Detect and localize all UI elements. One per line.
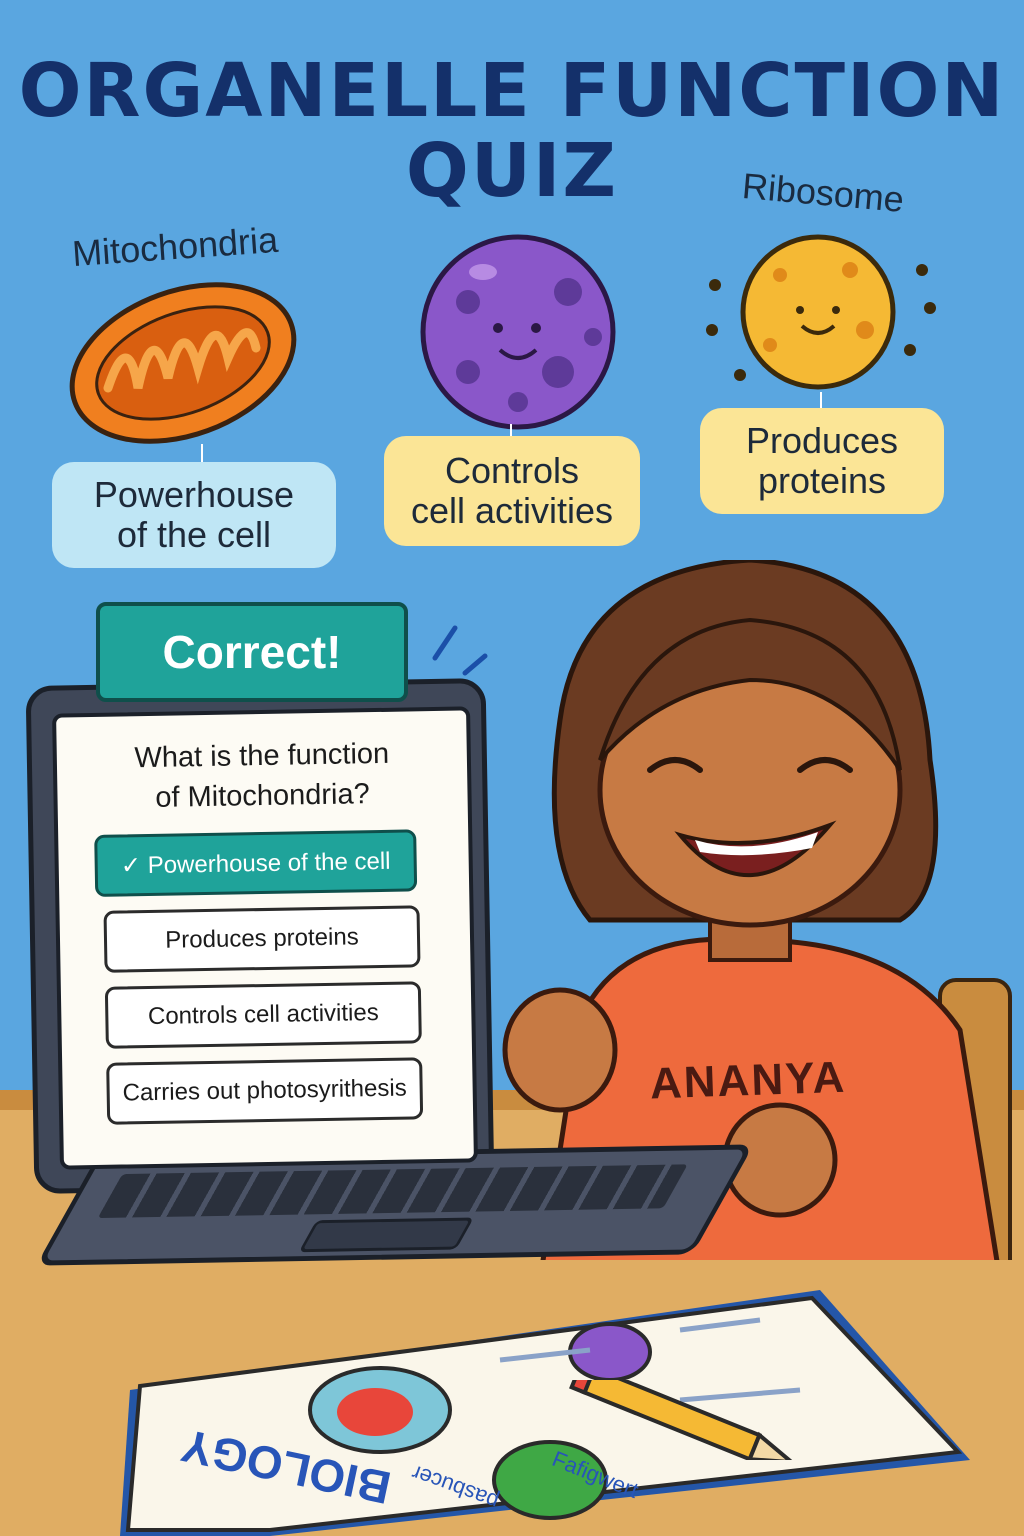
touchpad[interactable] <box>298 1217 475 1253</box>
mitochondria-icon <box>69 282 297 444</box>
answer-option-photosynthesis[interactable]: Carries out photosyrithesis <box>106 1057 424 1125</box>
keyboard-keys <box>97 1164 688 1219</box>
organelle-label-mitochondria: Mitochondria <box>70 218 280 275</box>
ribosome-icon <box>706 234 936 390</box>
function-bubble-nucleus: Controls cell activities <box>384 436 640 546</box>
shirt-name: ANANYA <box>649 1052 847 1109</box>
question-line2: of Mitochondria? <box>155 778 370 814</box>
function-line1: Produces <box>745 420 899 461</box>
answer-option-controls-activities[interactable]: Controls cell activities <box>104 981 422 1049</box>
function-bubble-ribosome: Produces proteins <box>700 408 944 514</box>
answer-option-produces-proteins[interactable]: Produces proteins <box>103 905 421 973</box>
biology-notebook <box>120 1290 970 1536</box>
quiz-question: What is the function of Mitochondria? <box>57 732 468 819</box>
function-line2: of the cell <box>116 514 272 555</box>
function-bubble-mitochondria: Powerhouse of the cell <box>52 462 336 568</box>
function-line1: Controls <box>444 450 580 491</box>
quiz-screen: What is the function of Mitochondria? ✓ … <box>52 706 478 1170</box>
excitement-lines <box>432 625 488 676</box>
nucleus-icon <box>420 234 616 430</box>
pencil-icon <box>569 1380 798 1460</box>
function-line2: cell activities <box>410 490 614 531</box>
correct-feedback-badge: Correct! <box>96 602 408 702</box>
answer-option-powerhouse[interactable]: ✓ Powerhouse of the cell <box>94 829 418 897</box>
function-line1: Powerhouse <box>93 474 295 515</box>
quiz-title-line1: ORGANELLE FUNCTION <box>18 48 1006 134</box>
function-line2: proteins <box>757 460 887 501</box>
